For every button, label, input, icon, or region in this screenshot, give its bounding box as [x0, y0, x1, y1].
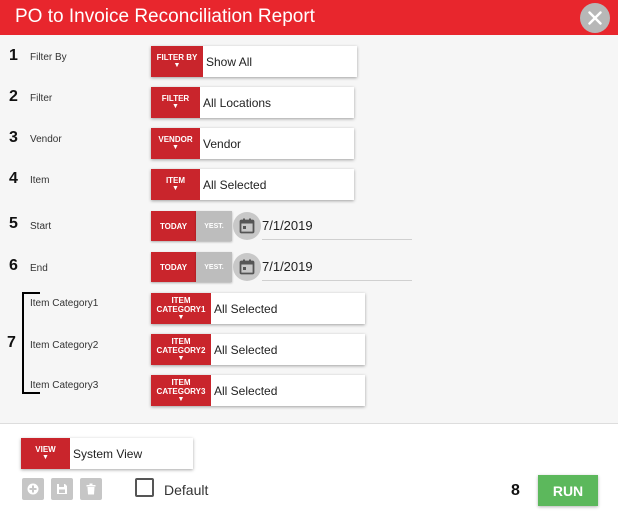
chevron-down-icon: ▼: [172, 185, 179, 192]
category2-dropdown-button[interactable]: ITEM CATEGORY2 ▼: [151, 334, 211, 365]
category3-input[interactable]: All Selected: [211, 375, 365, 406]
chevron-down-icon: ▼: [177, 395, 185, 403]
save-icon: [57, 484, 67, 494]
step-number: 2: [9, 88, 18, 105]
step-number: 6: [9, 257, 18, 274]
view-dropdown-button[interactable]: VIEW ▼: [21, 438, 70, 469]
item-dropdown-button[interactable]: ITEM ▼: [151, 169, 200, 200]
close-button[interactable]: [580, 3, 610, 33]
category2-field: ITEM CATEGORY2 ▼ All Selected: [151, 334, 365, 365]
delete-view-button[interactable]: [80, 478, 102, 500]
view-input[interactable]: System View: [70, 438, 193, 469]
filter-tag: FILTER: [161, 94, 190, 103]
category3-tag-line2: CATEGORY3: [156, 386, 206, 396]
filter-label: Filter: [30, 93, 53, 104]
start-yesterday-button[interactable]: YEST.: [196, 211, 232, 241]
chevron-down-icon: ▼: [173, 62, 181, 69]
add-view-button[interactable]: [22, 478, 44, 500]
step-number: 5: [9, 215, 18, 232]
category2-input[interactable]: All Selected: [211, 334, 365, 365]
category1-label: Item Category1: [30, 298, 99, 309]
category3-label: Item Category3: [30, 380, 99, 391]
save-view-button[interactable]: [51, 478, 73, 500]
filter-by-label: Filter By: [30, 52, 67, 63]
start-date-input[interactable]: 7/1/2019: [262, 212, 412, 240]
vendor-label: Vendor: [30, 134, 62, 145]
vendor-tag: VENDOR: [158, 135, 193, 144]
step-number: 7: [7, 334, 16, 351]
item-input[interactable]: All Selected: [200, 169, 354, 200]
trash-icon: [86, 483, 96, 495]
end-label: End: [30, 263, 48, 274]
category2-tag-line2: CATEGORY2: [156, 345, 206, 355]
step-number: 4: [9, 170, 18, 187]
category3-tag-line1: ITEM: [171, 377, 191, 387]
category1-field: ITEM CATEGORY1 ▼ All Selected: [151, 293, 365, 324]
vendor-dropdown-button[interactable]: VENDOR ▼: [151, 128, 200, 159]
end-calendar-button[interactable]: [233, 253, 261, 281]
calendar-icon: [239, 259, 255, 275]
chevron-down-icon: ▼: [177, 313, 185, 321]
vendor-input[interactable]: Vendor: [200, 128, 354, 159]
category2-tag-line1: ITEM: [171, 336, 191, 346]
end-yesterday-button[interactable]: YEST.: [196, 252, 232, 282]
category1-input[interactable]: All Selected: [211, 293, 365, 324]
footer-divider: [0, 423, 618, 424]
end-date-presets: TODAY YEST.: [151, 252, 232, 283]
category1-tag-line2: CATEGORY1: [156, 304, 206, 314]
filter-by-field: FILTER BY ▼ Show All: [151, 46, 357, 77]
chevron-down-icon: ▼: [172, 144, 179, 151]
category1-tag-line1: ITEM: [171, 295, 191, 305]
step-number: 1: [9, 47, 18, 64]
end-date-input[interactable]: 7/1/2019: [262, 253, 412, 281]
item-tag: ITEM: [165, 176, 186, 185]
start-calendar-button[interactable]: [233, 212, 261, 240]
filter-input[interactable]: All Locations: [200, 87, 354, 118]
step-number: 3: [9, 129, 18, 146]
title-bar: PO to Invoice Reconciliation Report: [0, 0, 618, 35]
start-today-button[interactable]: TODAY: [151, 211, 196, 241]
vendor-field: VENDOR ▼ Vendor: [151, 128, 354, 159]
item-label: Item: [30, 175, 50, 186]
end-today-button[interactable]: TODAY: [151, 252, 196, 282]
category1-dropdown-button[interactable]: ITEM CATEGORY1 ▼: [151, 293, 211, 324]
dialog-title: PO to Invoice Reconciliation Report: [15, 6, 315, 27]
filter-by-input[interactable]: Show All: [203, 46, 357, 77]
item-field: ITEM ▼ All Selected: [151, 169, 354, 200]
close-icon: [588, 11, 602, 25]
add-circle-icon: [27, 483, 39, 495]
category2-label: Item Category2: [30, 340, 99, 351]
calendar-icon: [239, 218, 255, 234]
chevron-down-icon: ▼: [177, 354, 185, 362]
start-label: Start: [30, 221, 52, 232]
default-label: Default: [164, 482, 209, 498]
filter-by-tag: FILTER BY: [156, 53, 198, 62]
chevron-down-icon: ▼: [172, 103, 179, 110]
start-date-presets: TODAY YEST.: [151, 211, 232, 242]
filter-field: FILTER ▼ All Locations: [151, 87, 354, 118]
run-button[interactable]: RUN: [538, 475, 598, 506]
default-checkbox[interactable]: [135, 478, 154, 497]
category3-dropdown-button[interactable]: ITEM CATEGORY3 ▼: [151, 375, 211, 406]
category3-field: ITEM CATEGORY3 ▼ All Selected: [151, 375, 365, 406]
filter-by-dropdown-button[interactable]: FILTER BY ▼: [151, 46, 203, 77]
filter-dropdown-button[interactable]: FILTER ▼: [151, 87, 200, 118]
chevron-down-icon: ▼: [42, 454, 49, 461]
view-field: VIEW ▼ System View: [21, 438, 193, 469]
view-tag: VIEW: [35, 445, 56, 454]
step-number: 8: [511, 482, 520, 499]
